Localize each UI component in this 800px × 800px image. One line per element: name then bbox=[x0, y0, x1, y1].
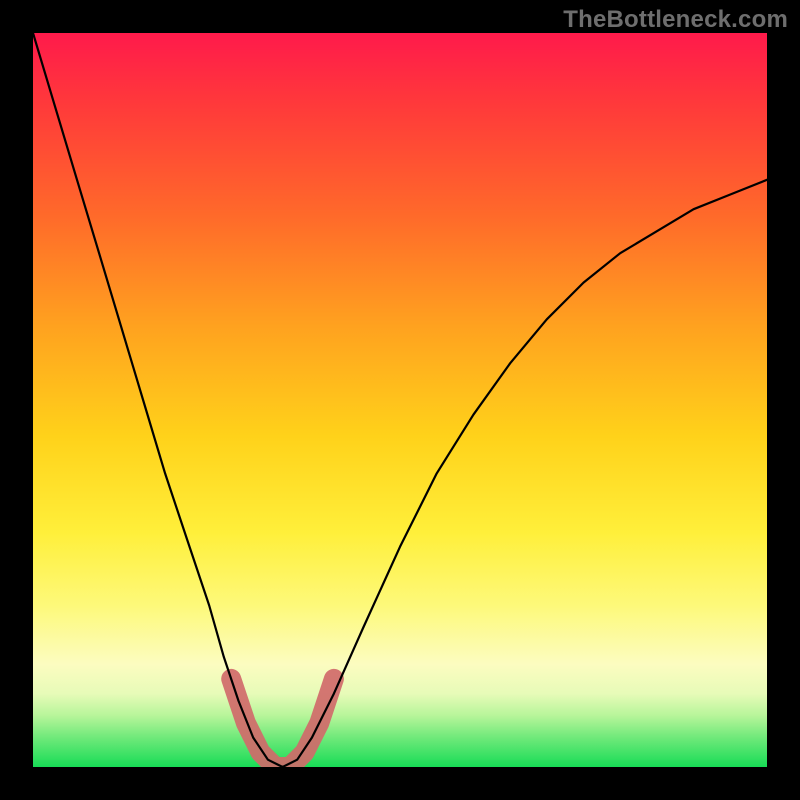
minimum-highlight bbox=[231, 679, 334, 767]
chart-stage: TheBottleneck.com bbox=[0, 0, 800, 800]
bottleneck-curve bbox=[33, 33, 767, 767]
watermark-label: TheBottleneck.com bbox=[563, 6, 788, 34]
plot-area bbox=[33, 33, 767, 767]
curve-layer bbox=[33, 33, 767, 767]
